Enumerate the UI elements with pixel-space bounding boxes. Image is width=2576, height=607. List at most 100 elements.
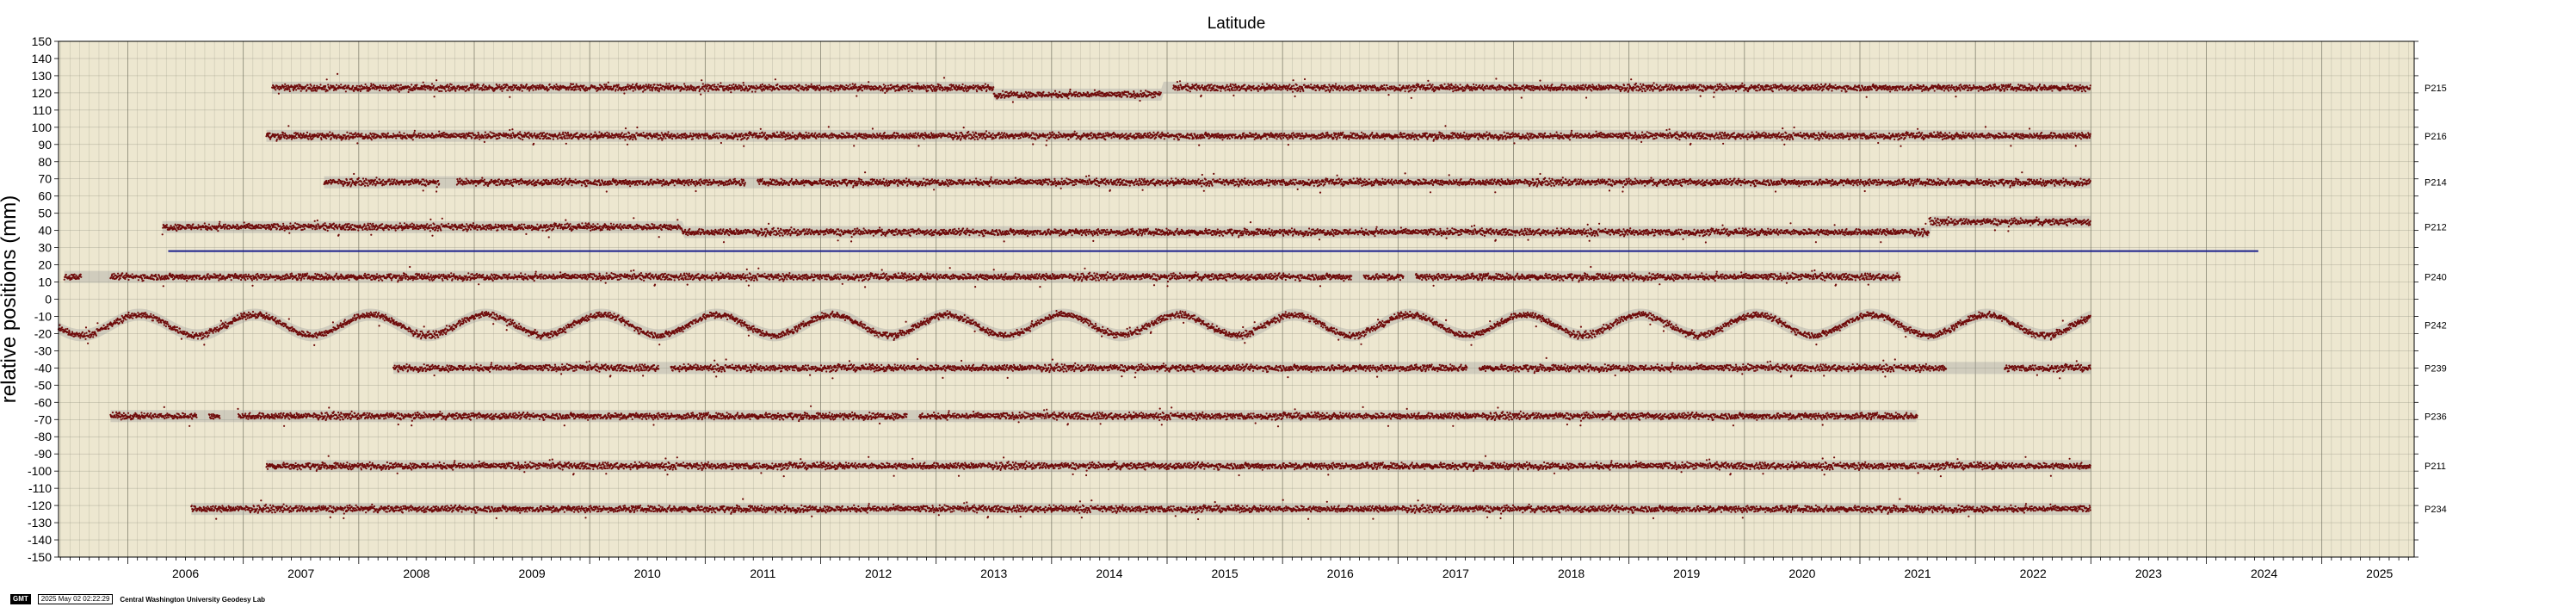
data-point xyxy=(727,90,729,91)
data-point xyxy=(639,84,641,86)
data-point xyxy=(356,85,358,87)
data-point xyxy=(575,87,577,89)
data-point xyxy=(756,85,757,87)
data-point xyxy=(407,85,409,87)
data-point xyxy=(361,84,362,86)
data-point xyxy=(520,88,522,90)
data-point xyxy=(763,89,765,90)
data-point xyxy=(764,84,766,86)
data-point xyxy=(340,84,342,85)
data-point xyxy=(423,88,424,90)
data-point xyxy=(751,85,752,87)
data-point xyxy=(603,84,605,85)
data-point xyxy=(528,86,529,88)
data-point xyxy=(445,90,447,92)
data-point xyxy=(522,85,524,87)
data-point xyxy=(466,90,467,91)
data-point xyxy=(586,90,588,91)
data-point xyxy=(636,83,638,84)
data-point xyxy=(293,90,294,91)
data-point xyxy=(448,85,450,87)
data-point xyxy=(423,82,424,84)
data-point xyxy=(327,84,329,85)
data-point xyxy=(602,87,604,89)
data-point xyxy=(509,96,510,98)
data-point xyxy=(755,90,757,92)
data-point xyxy=(306,84,308,86)
data-point xyxy=(700,94,701,96)
data-point xyxy=(799,85,800,87)
data-point xyxy=(634,89,636,90)
data-point xyxy=(571,89,573,90)
data-point xyxy=(649,90,651,91)
data-point xyxy=(315,87,317,89)
data-point xyxy=(521,84,522,86)
data-point xyxy=(665,83,667,84)
data-point xyxy=(691,86,693,88)
data-point xyxy=(621,89,623,90)
data-point xyxy=(305,85,306,87)
data-point xyxy=(667,85,669,87)
data-point xyxy=(343,88,345,90)
data-point xyxy=(579,88,581,90)
data-point xyxy=(478,86,479,88)
data-point xyxy=(712,84,713,86)
data-point xyxy=(658,84,659,86)
data-point xyxy=(612,87,614,89)
data-point xyxy=(299,88,300,90)
data-point xyxy=(627,84,628,85)
data-point xyxy=(547,87,548,89)
data-point xyxy=(705,84,707,86)
data-point xyxy=(369,88,371,90)
data-point xyxy=(526,84,528,85)
data-point xyxy=(313,84,315,86)
data-point xyxy=(634,87,636,89)
data-point xyxy=(488,88,490,90)
data-point xyxy=(776,84,778,85)
data-point xyxy=(583,84,584,86)
data-point xyxy=(448,88,450,90)
data-point xyxy=(600,89,602,90)
data-point xyxy=(281,88,282,90)
data-point xyxy=(734,88,736,90)
data-point xyxy=(775,78,776,80)
data-point xyxy=(394,89,396,90)
data-point xyxy=(713,89,714,90)
data-point xyxy=(507,84,509,86)
data-point xyxy=(430,89,432,90)
data-point xyxy=(412,90,414,91)
data-point xyxy=(549,84,551,85)
data-point xyxy=(802,86,804,88)
data-point xyxy=(650,84,652,86)
data-point xyxy=(505,86,507,88)
data-point xyxy=(398,89,399,90)
data-point xyxy=(304,88,306,90)
data-point xyxy=(501,85,503,87)
data-point xyxy=(387,89,389,90)
data-point xyxy=(327,90,329,91)
data-point xyxy=(316,85,318,87)
data-point xyxy=(722,88,724,90)
data-point xyxy=(348,85,349,87)
data-point xyxy=(360,90,361,92)
data-point xyxy=(701,79,702,81)
data-point xyxy=(626,89,627,90)
data-point xyxy=(456,88,458,90)
data-point xyxy=(652,90,653,91)
data-point xyxy=(632,84,633,85)
data-point xyxy=(716,86,718,88)
data-point xyxy=(439,90,441,92)
data-point xyxy=(415,88,417,90)
data-point xyxy=(578,88,579,90)
data-point xyxy=(731,89,732,90)
data-point xyxy=(337,73,338,75)
data-point xyxy=(769,84,770,86)
data-point xyxy=(344,84,346,86)
data-point xyxy=(447,84,448,85)
data-point xyxy=(698,86,700,88)
data-point xyxy=(718,89,720,90)
data-point xyxy=(769,89,771,90)
data-point xyxy=(466,85,468,87)
data-point xyxy=(569,85,571,87)
data-point xyxy=(704,90,706,92)
